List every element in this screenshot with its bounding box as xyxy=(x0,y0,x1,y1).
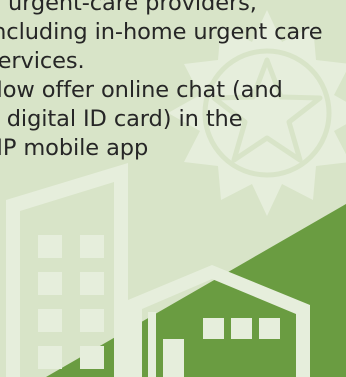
text-line-5: a digital ID card) in the xyxy=(0,106,243,132)
text-line-2: including in-home urgent care xyxy=(0,19,323,45)
text-line-3: services. xyxy=(0,48,85,74)
text-line-1: urgent-care providers, xyxy=(8,0,257,16)
text-line-4: Now offer online chat (and xyxy=(0,77,283,103)
promo-panel: urgent-care providers, including in-home… xyxy=(0,0,346,377)
text-line-6: HP mobile app xyxy=(0,135,149,161)
